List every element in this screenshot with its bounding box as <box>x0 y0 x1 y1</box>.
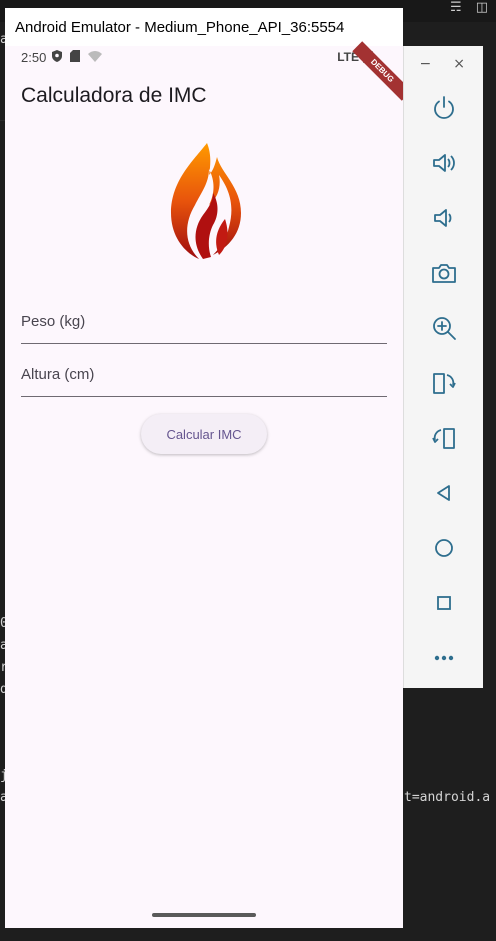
flame-logo <box>171 143 241 259</box>
sd-card-icon <box>70 50 80 62</box>
power-button[interactable] <box>404 80 484 135</box>
power-icon <box>434 95 454 119</box>
altura-input[interactable] <box>21 351 387 396</box>
editor-code-line: t=android.a <box>404 790 491 805</box>
emulator-window: Android Emulator - Medium_Phone_API_36:5… <box>5 8 412 928</box>
app-bar-title: Calculadora de IMC <box>21 84 207 107</box>
status-notification-icons <box>52 50 102 62</box>
volume-up-icon <box>433 153 455 172</box>
account-icon[interactable]: ☴ <box>450 0 462 15</box>
screenshot-button[interactable] <box>404 245 484 300</box>
rotate-right-icon <box>432 427 455 449</box>
close-button[interactable]: × <box>453 56 465 80</box>
overview-button[interactable] <box>404 575 484 630</box>
more-icon <box>434 655 454 660</box>
home-icon <box>435 538 453 557</box>
wifi-icon <box>88 51 102 62</box>
zoom-icon <box>433 316 456 340</box>
altura-field[interactable] <box>21 351 387 397</box>
more-button[interactable] <box>404 630 484 685</box>
volume-down-button[interactable] <box>404 190 484 245</box>
rotate-left-icon <box>433 372 456 394</box>
back-icon <box>437 484 450 501</box>
rotate-right-button[interactable] <box>404 410 484 465</box>
overview-icon <box>437 595 451 610</box>
home-button[interactable] <box>404 520 484 575</box>
volume-up-button[interactable] <box>404 135 484 190</box>
emulator-titlebar[interactable]: Android Emulator - Medium_Phone_API_36:5… <box>5 8 403 46</box>
minimize-button[interactable]: − <box>420 56 432 80</box>
peso-input[interactable] <box>21 298 387 343</box>
android-status-bar: 2:50 LTE <box>5 46 403 72</box>
camera-icon <box>432 263 456 283</box>
peso-field[interactable] <box>21 298 387 344</box>
status-time: 2:50 <box>21 50 47 65</box>
shield-icon <box>52 50 62 62</box>
volume-down-icon <box>434 208 452 227</box>
back-button[interactable] <box>404 465 484 520</box>
layout-icon[interactable]: ◫ <box>476 0 488 15</box>
rotate-left-button[interactable] <box>404 355 484 410</box>
emulator-window-title: Android Emulator - Medium_Phone_API_36:5… <box>15 19 345 36</box>
calculate-imc-button[interactable]: Calcular IMC <box>141 414 267 454</box>
gesture-home-indicator[interactable] <box>152 913 256 917</box>
toolbar-window-controls: − × <box>404 46 483 80</box>
emulator-side-toolbar: − × <box>403 46 483 688</box>
ide-top-icons: ☴ ◫ <box>450 0 488 15</box>
zoom-button[interactable] <box>404 300 484 355</box>
